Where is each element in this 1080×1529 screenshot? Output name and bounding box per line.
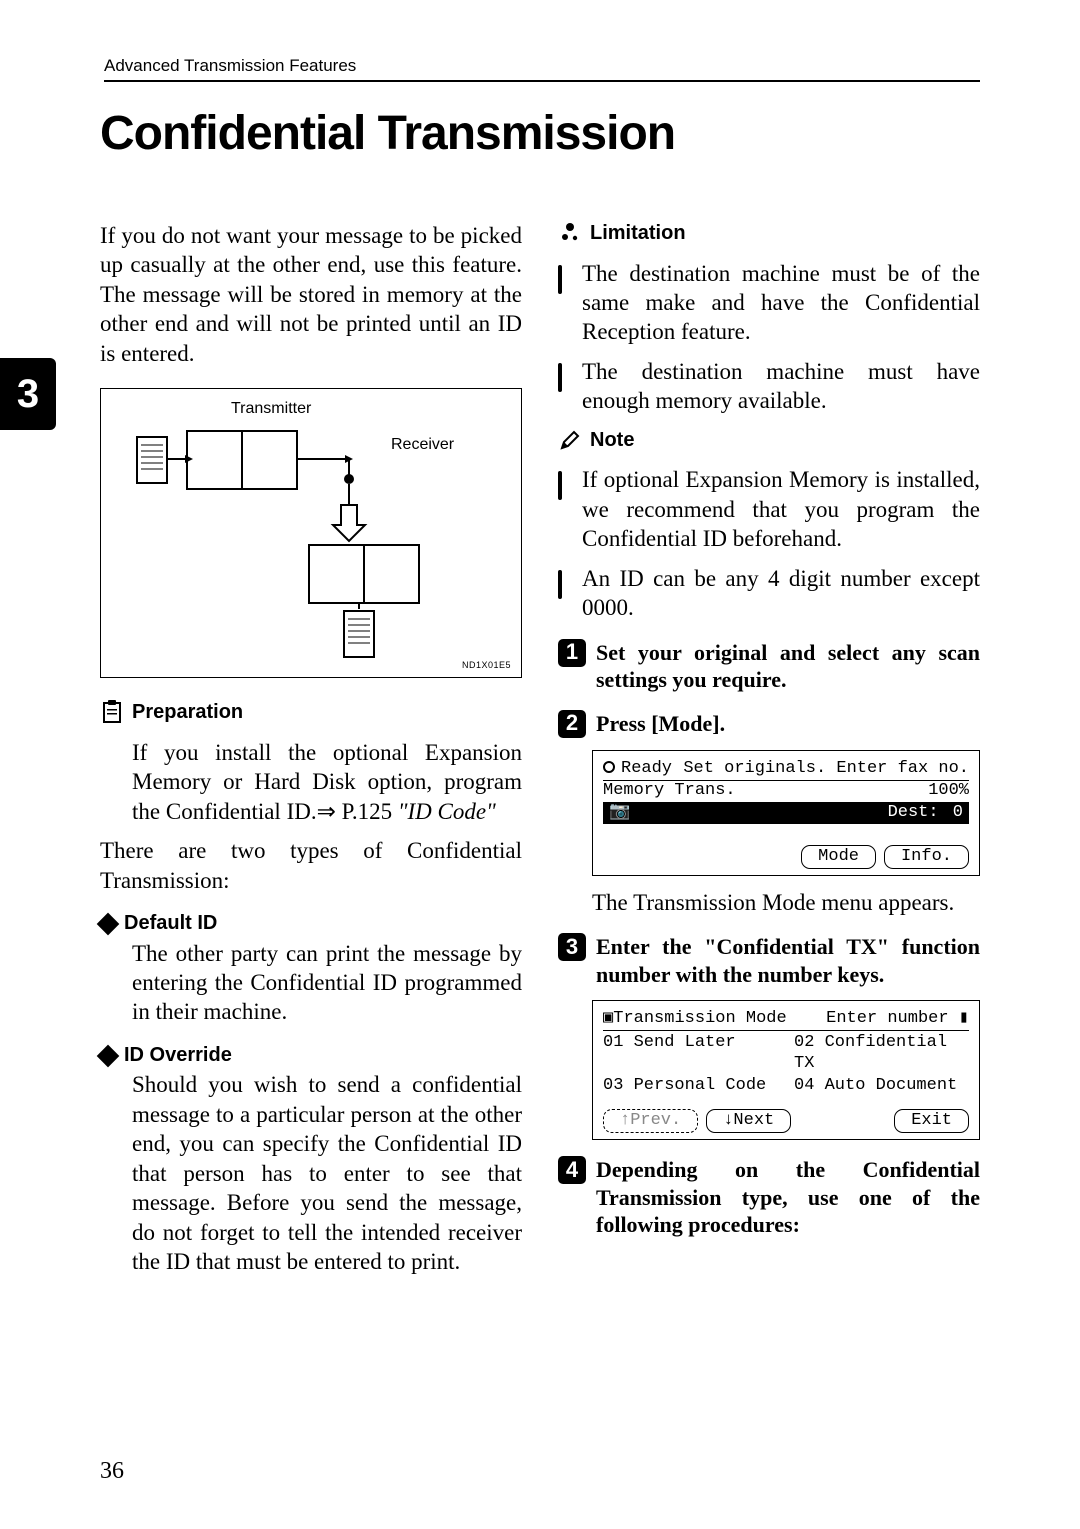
lcd-dest-value: 0	[953, 803, 963, 822]
circle-icon	[603, 761, 615, 773]
right-column: Limitation The destination machine must …	[558, 221, 980, 1287]
lcd2-opt2: 02 Confidential TX	[794, 1033, 969, 1074]
default-id-body: The other party can print the message by…	[132, 939, 522, 1027]
step-2: 2 Press Mode.	[558, 710, 980, 738]
step-3: 3 Enter the "Confidential TX" function n…	[558, 933, 980, 988]
diamond-icon	[97, 1044, 120, 1067]
step-1-text: Set your original and select any scan se…	[596, 639, 980, 694]
left-column: If you do not want your message to be pi…	[100, 221, 522, 1287]
step-1: 1 Set your original and select any scan …	[558, 639, 980, 694]
id-override-body: Should you wish to send a confidential m…	[132, 1070, 522, 1276]
limitation-item-2: The destination machine must have enough…	[582, 357, 980, 416]
lcd2-header-right: Enter number	[826, 1009, 948, 1028]
lcd-ready-label: Ready	[621, 759, 672, 778]
lcd-percent: 100%	[928, 781, 969, 801]
limitation-list: The destination machine must be of the s…	[558, 259, 980, 416]
lcd2-opt1: 01 Send Later	[603, 1033, 778, 1074]
list-item: The destination machine must be of the s…	[558, 259, 980, 347]
lcd-mode-button[interactable]: Mode	[801, 845, 876, 869]
note-block: Note	[558, 428, 980, 456]
step-number-icon: 1	[558, 639, 586, 667]
note-list: If optional Expansion Memory is installe…	[558, 465, 980, 622]
preparation-body: If you install the optional Expansion Me…	[132, 738, 522, 826]
step-2-text-b: .	[720, 711, 726, 736]
limitation-block: Limitation	[558, 221, 980, 249]
lcd-dest-label: Dest:	[884, 803, 943, 822]
step-number-icon: 2	[558, 710, 586, 738]
lcd-screen-transmission-mode: ▣Transmission Mode Enter number ▮ 01 Sen…	[592, 1000, 980, 1140]
lcd-info-button[interactable]: Info.	[884, 845, 969, 869]
step-2-text: Press Mode.	[596, 710, 980, 738]
section-tab: 3	[0, 358, 56, 430]
step-4: 4 Depending on the Confidential Transmis…	[558, 1156, 980, 1239]
lcd-prev-button[interactable]: ↑Prev.	[603, 1109, 698, 1133]
lcd2-opt3: 03 Personal Code	[603, 1076, 778, 1096]
limitation-icon	[558, 221, 582, 245]
preparation-block: Preparation	[100, 700, 522, 728]
list-item: The destination machine must have enough…	[558, 357, 980, 416]
diagram-code: ND1X01E5	[462, 660, 511, 672]
preparation-ref: "ID Code"	[398, 799, 496, 824]
lcd-dest-bar: 📷 Dest: 0	[603, 803, 969, 823]
default-id-label: Default ID	[124, 911, 217, 937]
pencil-icon	[558, 428, 582, 452]
step-number-icon: 3	[558, 933, 586, 961]
intro-paragraph: If you do not want your message to be pi…	[100, 221, 522, 368]
step-2-after: The Transmission Mode menu appears.	[592, 888, 980, 917]
lcd-prompt: Set originals. Enter fax no.	[683, 759, 969, 779]
clipboard-icon	[100, 700, 124, 724]
default-id-heading-row: Default ID	[100, 911, 522, 937]
mode-keycap: Mode	[651, 711, 719, 736]
page-number: 36	[100, 1458, 124, 1485]
page-title: Confidential Transmission	[100, 106, 980, 161]
note-label: Note	[590, 428, 980, 454]
transmitter-receiver-diagram	[119, 419, 479, 659]
id-override-heading-row: ID Override	[100, 1043, 522, 1069]
page: Advanced Transmission Features Confident…	[0, 0, 1080, 1287]
note-item-1: If optional Expansion Memory is installe…	[582, 465, 980, 553]
lcd2-opt4: 04 Auto Document	[794, 1076, 969, 1096]
lcd-exit-button[interactable]: Exit	[894, 1109, 969, 1133]
limitation-item-1: The destination machine must be of the s…	[582, 259, 980, 347]
list-item: An ID can be any 4 digit number except 0…	[558, 564, 980, 623]
types-intro: There are two types of Confidential Tran…	[100, 836, 522, 895]
lcd-screen-ready: Ready Set originals. Enter fax no. Memor…	[592, 750, 980, 876]
note-item-2: An ID can be any 4 digit number except 0…	[582, 564, 980, 623]
preparation-label: Preparation	[132, 700, 522, 726]
id-override-label: ID Override	[124, 1043, 232, 1069]
step-2-text-a: Press	[596, 711, 651, 736]
lcd-memory-trans: Memory Trans.	[603, 781, 736, 801]
lcd-next-button[interactable]: ↓Next	[706, 1109, 791, 1133]
diamond-icon	[97, 912, 120, 935]
two-column-layout: If you do not want your message to be pi…	[100, 221, 980, 1287]
list-item: If optional Expansion Memory is installe…	[558, 465, 980, 553]
limitation-label: Limitation	[590, 221, 980, 247]
step-3-text: Enter the "Confidential TX" function num…	[596, 933, 980, 988]
diagram-transmitter-label: Transmitter	[231, 399, 311, 419]
step-number-icon: 4	[558, 1156, 586, 1184]
running-head: Advanced Transmission Features	[104, 56, 980, 82]
lcd2-header-left: Transmission Mode	[613, 1009, 786, 1028]
diagram-box: Transmitter Receiver	[100, 388, 522, 678]
step-4-text: Depending on the Confidential Transmissi…	[596, 1156, 980, 1239]
